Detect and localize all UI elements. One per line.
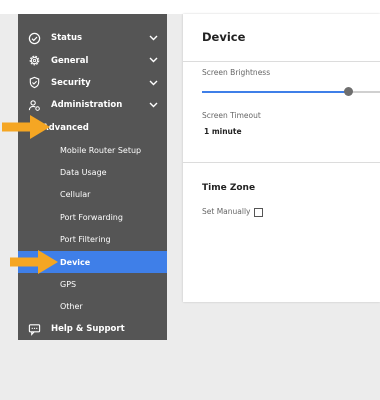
chevron-down-icon — [149, 35, 158, 41]
sidebar-item-port-forwarding[interactable]: Port Forwarding — [18, 206, 167, 228]
gear-icon — [27, 54, 41, 68]
sidebar-item-label: Other — [60, 302, 83, 312]
sidebar-item-label: Administration — [51, 100, 123, 111]
screen-timeout-select[interactable]: 1 minute — [204, 127, 242, 136]
device-settings-panel: Device Screen Brightness Screen Timeout … — [183, 14, 380, 302]
set-manually-label: Set Manually — [202, 207, 251, 216]
sidebar-item-label: Help & Support — [51, 324, 125, 335]
shield-check-icon — [27, 76, 41, 90]
divider — [183, 162, 380, 163]
sidebar-item-label: Cellular — [60, 190, 91, 200]
sidebar-item-label: Data Usage — [60, 168, 107, 178]
sidebar-item-label: General — [51, 55, 89, 66]
pointer-arrow-advanced — [2, 115, 50, 139]
sidebar-item-general[interactable]: General — [18, 49, 167, 71]
sidebar-item-gps[interactable]: GPS — [18, 273, 167, 295]
top-bar — [0, 0, 380, 14]
sidebar-item-port-filtering[interactable]: Port Filtering — [18, 229, 167, 251]
sidebar-item-label: GPS — [60, 279, 77, 289]
sidebar-item-status[interactable]: Status — [18, 27, 167, 49]
sidebar-item-security[interactable]: Security — [18, 72, 167, 94]
check-circle-icon — [27, 31, 41, 45]
sidebar-item-mobile-router-setup[interactable]: Mobile Router Setup — [18, 139, 167, 161]
sidebar-item-label: Security — [51, 77, 91, 88]
chevron-down-icon — [149, 80, 158, 86]
sidebar-item-label: Port Forwarding — [60, 212, 123, 222]
set-manually-checkbox[interactable] — [254, 208, 263, 217]
screen-timeout-label: Screen Timeout — [202, 111, 261, 120]
sidebar-item-other[interactable]: Other — [18, 296, 167, 318]
sidebar-item-data-usage[interactable]: Data Usage — [18, 161, 167, 183]
slider-fill — [202, 91, 348, 93]
sidebar-item-cellular[interactable]: Cellular — [18, 184, 167, 206]
chevron-down-icon — [149, 57, 158, 63]
chevron-down-icon — [149, 102, 158, 108]
sidebar-item-help-support[interactable]: Help & Support — [18, 318, 167, 340]
chat-help-icon — [27, 322, 41, 336]
pointer-arrow-device — [10, 250, 58, 274]
divider — [183, 61, 380, 62]
slider-thumb[interactable] — [343, 87, 353, 96]
screen-brightness-slider[interactable] — [202, 87, 380, 96]
sidebar-item-label: Port Filtering — [60, 235, 111, 245]
panel-title: Device — [202, 30, 246, 44]
sidebar-item-label: Status — [51, 33, 83, 44]
sidebar-nav: Status General Security Administration A… — [18, 14, 167, 340]
time-zone-title: Time Zone — [202, 183, 256, 193]
screen-brightness-label: Screen Brightness — [202, 68, 271, 77]
sidebar-item-label: Mobile Router Setup — [60, 145, 142, 155]
user-gear-icon — [27, 98, 41, 112]
sidebar-item-label: Device — [60, 257, 91, 267]
